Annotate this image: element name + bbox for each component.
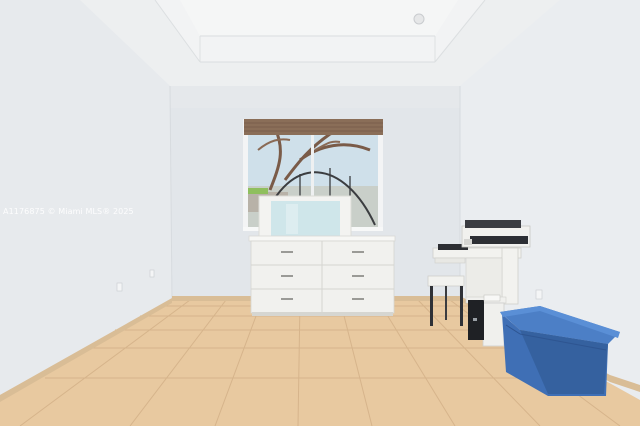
room-photo: A1176875 © Miami MLS® 2025 bbox=[0, 0, 640, 426]
printer bbox=[461, 220, 531, 248]
smoke-detector bbox=[413, 13, 425, 25]
white-dresser bbox=[248, 235, 396, 316]
mls-watermark: A1176875 © Miami MLS® 2025 bbox=[3, 207, 134, 216]
dresser-mirror bbox=[258, 195, 352, 241]
